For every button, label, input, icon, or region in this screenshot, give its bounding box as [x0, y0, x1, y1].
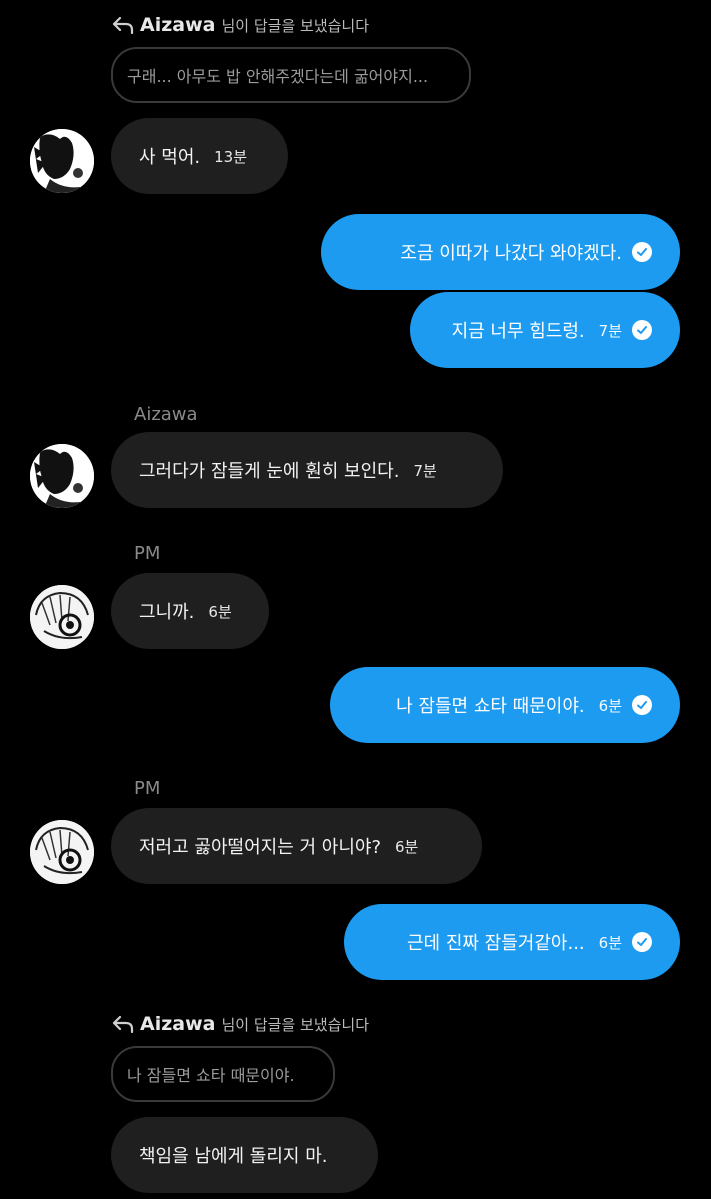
reply-arrow-icon [112, 1015, 134, 1033]
quoted-text: 구래... 아무도 밥 안해주겠다는데 굶어야지... [127, 67, 429, 86]
read-check-icon [632, 320, 652, 340]
message-time: 6분 [208, 602, 232, 621]
quoted-message[interactable]: 구래... 아무도 밥 안해주겠다는데 굶어야지... [111, 47, 471, 103]
avatar-image [30, 444, 94, 508]
message-text: 근데 진짜 잠들거같아... [407, 933, 585, 954]
message-time: 6분 [395, 837, 419, 856]
avatar-image [30, 820, 94, 884]
sender-name: PM [134, 543, 161, 564]
message-time: 7분 [598, 321, 622, 340]
quoted-message[interactable]: 나 잠들면 쇼타 때문이야. [111, 1046, 335, 1102]
message-bubble[interactable]: 그니까. 6분 [111, 573, 269, 649]
sender-name: Aizawa [134, 404, 198, 425]
message-text: 조금 이따가 나갔다 와야겠다. [400, 243, 622, 264]
avatar-aizawa[interactable] [30, 129, 94, 193]
message-text: 나 잠들면 쇼타 때문이야. [396, 696, 585, 717]
reply-header: Aizawa 님이 답글을 보냈습니다 [112, 1013, 369, 1035]
reply-author[interactable]: Aizawa [140, 14, 215, 36]
message-bubble[interactable]: 사 먹어. 13분 [111, 118, 288, 194]
message-text: 사 먹어. [139, 147, 201, 168]
message-bubble[interactable]: 나 잠들면 쇼타 때문이야. 6분 [330, 667, 680, 743]
message-text: 저러고 곯아떨어지는 거 아니야? [139, 837, 381, 858]
message-bubble[interactable]: 책임을 남에게 돌리지 마. [111, 1117, 378, 1193]
quoted-text: 나 잠들면 쇼타 때문이야. [127, 1066, 295, 1085]
message-bubble[interactable]: 그러다가 잠들게 눈에 훤히 보인다. 7분 [111, 432, 503, 508]
message-text: 그러다가 잠들게 눈에 훤히 보인다. [139, 461, 400, 482]
avatar-image [30, 129, 94, 193]
avatar-aizawa[interactable] [30, 444, 94, 508]
avatar-pm[interactable] [30, 585, 94, 649]
reply-author[interactable]: Aizawa [140, 1013, 215, 1035]
message-time: 6분 [598, 696, 622, 715]
message-time: 7분 [413, 461, 437, 480]
reply-arrow-icon [112, 16, 134, 34]
read-check-icon [632, 242, 652, 262]
message-bubble[interactable]: 지금 너무 힘드렁. 7분 [410, 292, 680, 368]
message-text: 그니까. [139, 602, 195, 623]
message-bubble[interactable]: 조금 이따가 나갔다 와야겠다. [321, 214, 680, 290]
sender-name: PM [134, 778, 161, 799]
avatar-image [30, 585, 94, 649]
message-time: 6분 [598, 933, 622, 952]
avatar-pm[interactable] [30, 820, 94, 884]
message-bubble[interactable]: 저러고 곯아떨어지는 거 아니야? 6분 [111, 808, 482, 884]
message-time: 13분 [214, 147, 248, 166]
read-check-icon [632, 932, 652, 952]
message-text: 지금 너무 힘드렁. [451, 321, 585, 342]
reply-suffix: 님이 답글을 보냈습니다 [221, 1015, 370, 1034]
reply-header: Aizawa 님이 답글을 보냈습니다 [112, 14, 369, 36]
message-text: 책임을 남에게 돌리지 마. [139, 1146, 328, 1167]
message-bubble[interactable]: 근데 진짜 잠들거같아... 6분 [344, 904, 680, 980]
read-check-icon [632, 695, 652, 715]
reply-suffix: 님이 답글을 보냈습니다 [221, 16, 370, 35]
